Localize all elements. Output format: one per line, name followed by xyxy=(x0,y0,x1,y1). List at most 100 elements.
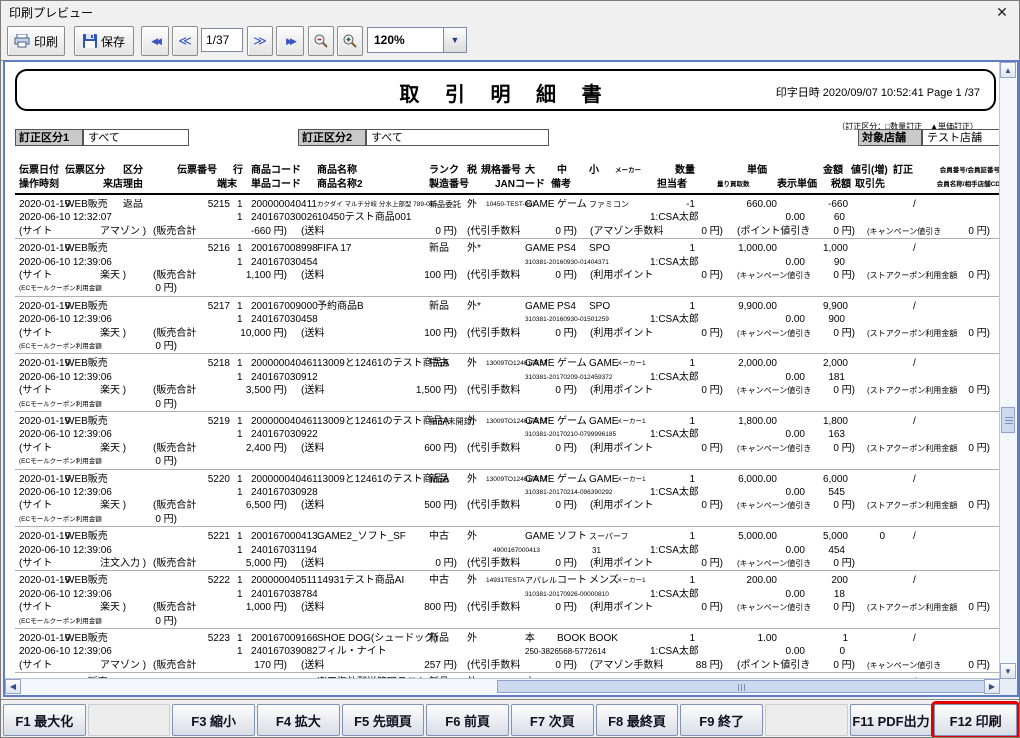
report-text: 9,900 xyxy=(823,301,848,313)
report-text: WEB販売 xyxy=(65,474,108,486)
vertical-scrollbar[interactable]: ▲ ▼ xyxy=(999,62,1017,679)
report-text: (サイト xyxy=(19,443,52,455)
row-separator xyxy=(15,238,1000,239)
report-text: 操作時刻 xyxy=(19,179,59,191)
fn-button-f7[interactable]: F7 次頁 xyxy=(511,704,594,736)
scroll-left-icon[interactable]: ◀ xyxy=(5,679,21,694)
report-text: (代引手数料 xyxy=(467,500,520,512)
save-button[interactable]: 保存 xyxy=(74,26,134,56)
fn-button-f4[interactable]: F4 拡大 xyxy=(257,704,340,736)
report-text: 本 xyxy=(525,633,535,645)
scroll-up-icon[interactable]: ▲ xyxy=(1000,62,1016,78)
print-button[interactable]: 印刷 xyxy=(7,26,65,56)
fn-button-f1[interactable]: F1 最大化 xyxy=(3,704,86,736)
report-text: BOOK xyxy=(557,633,586,645)
report-text: 2,000.00 xyxy=(738,358,777,370)
report-text: 取引先 xyxy=(855,179,885,191)
report-text: 200167009166 xyxy=(251,633,318,645)
report-text: 5219 xyxy=(208,416,230,428)
report-text: (代引手数料 xyxy=(467,602,520,614)
thumb-grip xyxy=(1005,417,1013,418)
report-text: WEB販売 xyxy=(65,416,108,428)
fn-button-f12[interactable]: F12 印刷 xyxy=(934,704,1017,736)
report-text: (ストアクーポン利用金額 xyxy=(867,500,957,512)
thumb-grip xyxy=(1005,423,1013,424)
fn-button-f5[interactable]: F5 先頭頁 xyxy=(342,704,425,736)
thumb-grip xyxy=(1005,420,1013,421)
zoom-out-button[interactable] xyxy=(308,26,334,56)
report-text: 0 円) xyxy=(555,328,577,340)
report-text: (販売合計 xyxy=(153,602,196,614)
prev-page-button[interactable]: ≪ xyxy=(172,26,198,56)
report-text: 200000040461 xyxy=(251,416,318,428)
filter-value-store: テスト店舗 xyxy=(922,129,1000,146)
report-text: 1 xyxy=(237,199,243,211)
report-text: 税 xyxy=(467,165,477,177)
print-preview-window: 印刷プレビュー ✕ 印刷 保存 ◀◀ ≪ ≫ ▶▶ 120% ▼ 取 引 明 xyxy=(0,0,1020,738)
report-text: 60 xyxy=(834,212,845,224)
report-text: 2020-01-19 xyxy=(19,575,70,587)
fn-button-f8[interactable]: F8 最終頁 xyxy=(596,704,679,736)
report-text: 0 円) xyxy=(555,660,577,672)
report-text: 90 xyxy=(834,257,845,269)
report-text: (キャンペーン値引き xyxy=(737,602,811,614)
report-text: 240167031194 xyxy=(251,545,317,557)
horizontal-scrollbar[interactable]: ◀ ▶ xyxy=(5,678,1000,695)
report-text: GAME xyxy=(525,358,554,370)
report-text: 1:CSA太郎 xyxy=(650,372,699,384)
report-text: 新品 xyxy=(429,633,449,645)
report-text: WEB販売 xyxy=(65,575,108,587)
fn-button-f6[interactable]: F6 前頁 xyxy=(426,704,509,736)
report-text: 伝票番号 xyxy=(177,165,217,177)
page-number-input[interactable] xyxy=(201,28,243,52)
report-text: 500 円) xyxy=(424,500,457,512)
first-page-button[interactable]: ◀◀ xyxy=(141,26,169,56)
scroll-down-icon[interactable]: ▼ xyxy=(1000,663,1016,679)
fn-button-f3[interactable]: F3 縮小 xyxy=(172,704,255,736)
report-text: (送料 xyxy=(301,443,324,455)
horizontal-scroll-thumb[interactable] xyxy=(497,680,987,693)
close-icon[interactable]: ✕ xyxy=(993,3,1011,21)
window-title: 印刷プレビュー xyxy=(9,4,93,21)
print-timestamp: 印字日時 2020/09/07 10:52:41 Page 1 /37 xyxy=(776,84,980,100)
report-text: 2020-01-19 xyxy=(19,301,70,313)
report-text: (販売合計 xyxy=(153,226,196,238)
report-text: 1 xyxy=(237,474,243,486)
report-text: (販売合計 xyxy=(153,443,196,455)
last-page-button[interactable]: ▶▶ xyxy=(276,26,304,56)
report-text: 0 円) xyxy=(555,226,577,238)
report-text: 1 xyxy=(237,257,243,269)
report-text: 0 円) xyxy=(701,558,723,570)
report-text: (サイト xyxy=(19,385,52,397)
report-text: (送料 xyxy=(301,328,324,340)
report-text: (代引手数料 xyxy=(467,660,520,672)
report-text: 3,500 円) xyxy=(246,385,287,397)
report-text: 0 円) xyxy=(968,660,990,672)
report-text: 商品名称 xyxy=(317,165,357,177)
thumb-grip xyxy=(738,684,739,691)
report-text: 1:CSA太郎 xyxy=(650,487,699,499)
zoom-in-button[interactable] xyxy=(337,26,363,56)
report-text: メーカー xyxy=(615,165,641,177)
fn-button-f9[interactable]: F9 終了 xyxy=(680,704,763,736)
report-text: WEB販売 xyxy=(65,358,108,370)
report-text: (キャンペーン値引き xyxy=(737,328,811,340)
fn-button-f11[interactable]: F11 PDF出力 xyxy=(850,704,933,736)
next-page-button[interactable]: ≫ xyxy=(247,26,273,56)
report-text: 2020-01-19 xyxy=(19,358,70,370)
report-text: 5216 xyxy=(208,243,230,255)
report-text: (利用ポイント xyxy=(590,328,653,340)
vertical-scroll-thumb[interactable] xyxy=(1001,407,1015,433)
report-text: 単品コード xyxy=(251,179,301,191)
report-text: 2020-06-10 12:39:06 xyxy=(19,372,112,384)
report-text: 外* xyxy=(467,301,481,313)
report-text: WEB販売 xyxy=(65,301,108,313)
zoom-level-combo[interactable]: 120% ▼ xyxy=(367,27,467,53)
report-text: (サイト xyxy=(19,328,52,340)
chevron-down-icon[interactable]: ▼ xyxy=(443,28,466,52)
scroll-right-icon[interactable]: ▶ xyxy=(984,679,1000,694)
report-text: GAME xyxy=(525,301,554,313)
report-text: 商品コード xyxy=(251,165,301,177)
report-text: 0 円) xyxy=(833,328,855,340)
report-text: (送料 xyxy=(301,602,324,614)
